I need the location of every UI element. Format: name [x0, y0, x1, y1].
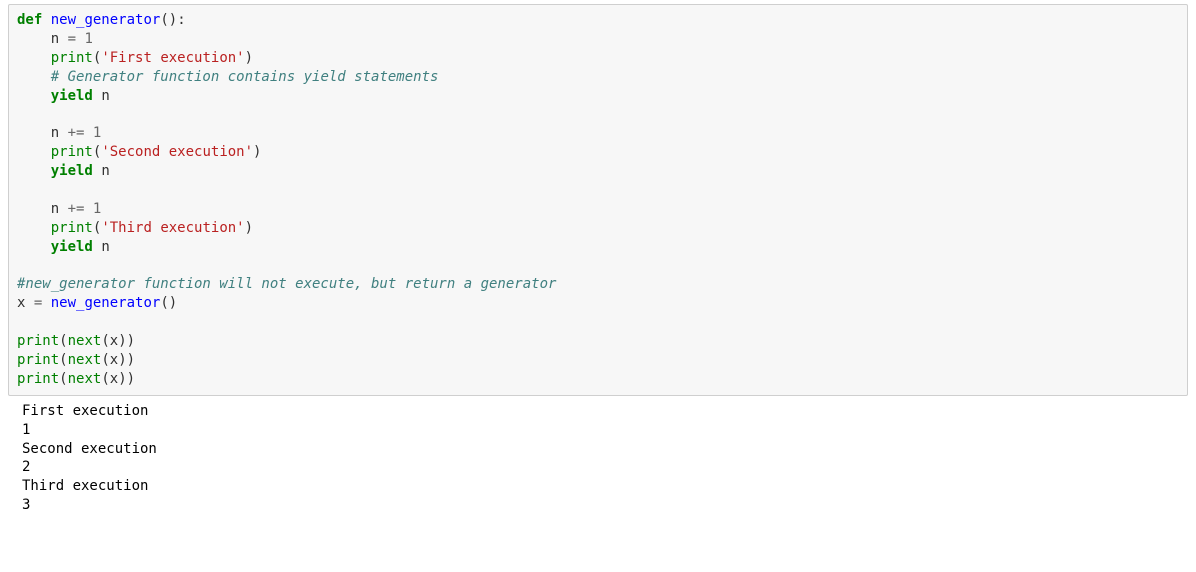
indent: [17, 201, 51, 217]
var-x: x: [110, 371, 118, 387]
keyword-def: def: [17, 12, 42, 28]
indent: [17, 239, 51, 255]
num-1: 1: [84, 31, 92, 47]
paren-close: ): [127, 371, 135, 387]
paren-close: ): [127, 333, 135, 349]
string-third: 'Third execution': [101, 220, 244, 236]
code-cell-input: def new_generator(): n = 1 print('First …: [8, 4, 1188, 396]
builtin-print: print: [17, 333, 59, 349]
comment-yield: # Generator function contains yield stat…: [51, 69, 439, 85]
var-x: x: [110, 333, 118, 349]
builtin-print: print: [51, 50, 93, 66]
string-first: 'First execution': [101, 50, 244, 66]
output-line: 1: [22, 422, 30, 438]
output-line: Third execution: [22, 478, 148, 494]
keyword-yield: yield: [51, 88, 93, 104]
var-n: n: [101, 163, 109, 179]
output-line: First execution: [22, 403, 148, 419]
code-cell-output: First execution 1 Second execution 2 Thi…: [8, 396, 1188, 521]
builtin-next: next: [68, 371, 102, 387]
indent: [17, 144, 51, 160]
paren-close: ): [253, 144, 261, 160]
paren-close: ): [169, 295, 177, 311]
output-line: 3: [22, 497, 30, 513]
paren-open: (: [101, 333, 109, 349]
paren-open: (: [59, 371, 67, 387]
var-n: n: [51, 31, 59, 47]
paren-close: ): [118, 333, 126, 349]
builtin-print: print: [51, 220, 93, 236]
output-line: 2: [22, 459, 30, 475]
num-1: 1: [93, 201, 101, 217]
indent: [17, 125, 51, 141]
indent: [17, 220, 51, 236]
paren-open: (: [59, 352, 67, 368]
builtin-print: print: [17, 352, 59, 368]
paren-close: ): [169, 12, 177, 28]
indent: [17, 31, 51, 47]
colon: :: [177, 12, 185, 28]
var-n: n: [51, 201, 59, 217]
fn-call: new_generator: [51, 295, 161, 311]
keyword-yield: yield: [51, 163, 93, 179]
paren-open: (: [101, 371, 109, 387]
op-plus-eq: +=: [59, 201, 93, 217]
paren-close: ): [245, 220, 253, 236]
paren-open: (: [59, 333, 67, 349]
paren-close: ): [127, 352, 135, 368]
code-block: def new_generator(): n = 1 print('First …: [17, 11, 1179, 389]
string-second: 'Second execution': [101, 144, 253, 160]
indent: [17, 50, 51, 66]
indent: [17, 88, 51, 104]
var-x: x: [110, 352, 118, 368]
paren-close: ): [245, 50, 253, 66]
builtin-print: print: [17, 371, 59, 387]
comment-generator: #new_generator function will not execute…: [17, 276, 556, 292]
keyword-yield: yield: [51, 239, 93, 255]
op-plus-eq: +=: [59, 125, 93, 141]
paren-open: (: [101, 352, 109, 368]
op-assign: =: [59, 31, 84, 47]
builtin-next: next: [68, 333, 102, 349]
var-n: n: [101, 88, 109, 104]
var-n: n: [101, 239, 109, 255]
paren-open: (: [160, 295, 168, 311]
var-n: n: [51, 125, 59, 141]
paren-close: ): [118, 352, 126, 368]
num-1: 1: [93, 125, 101, 141]
builtin-print: print: [51, 144, 93, 160]
op-assign: =: [25, 295, 50, 311]
output-line: Second execution: [22, 441, 157, 457]
indent: [17, 163, 51, 179]
function-name: new_generator: [51, 12, 161, 28]
paren-open: (: [160, 12, 168, 28]
paren-close: ): [118, 371, 126, 387]
builtin-next: next: [68, 352, 102, 368]
indent: [17, 69, 51, 85]
